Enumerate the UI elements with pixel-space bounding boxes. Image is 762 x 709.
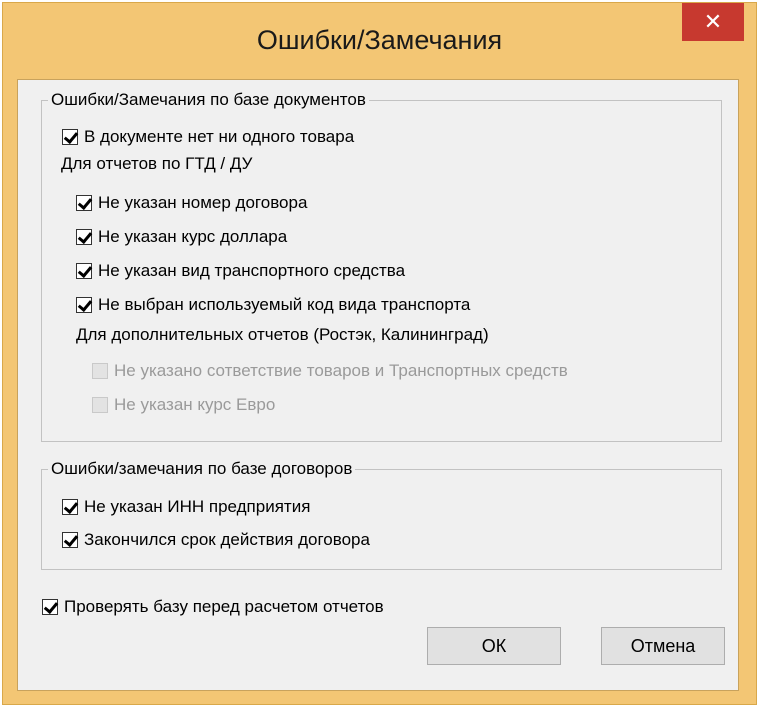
checkbox-box[interactable] [76,229,92,245]
contracts-group-legend: Ошибки/замечания по базе договоров [48,459,356,479]
checkbox-label: Не выбран используемый код вида транспор… [98,295,471,314]
checkbox-contract-expired[interactable]: Закончился срок действия договора [62,528,370,552]
checkbox-box[interactable] [62,499,78,515]
checkbox-label: Не указан ИНН предприятия [84,497,311,516]
checkbox-box[interactable] [92,363,108,379]
checkbox-box[interactable] [76,195,92,211]
checkbox-label: Не указан курс доллара [98,227,288,246]
dialog-body: Ошибки/Замечания по базе документов В до… [17,79,739,691]
checkbox-check-before-reports[interactable]: Проверять базу перед расчетом отчетов [42,595,384,619]
title-bar[interactable]: Ошибки/Замечания ✕ [3,3,756,81]
ok-button[interactable]: ОК [427,627,561,665]
checkbox-no-euro-rate[interactable]: Не указан курс Евро [92,393,275,417]
dialog-title: Ошибки/Замечания [256,25,503,55]
close-button[interactable]: ✕ [682,3,744,41]
checkbox-box[interactable] [76,263,92,279]
checkbox-box[interactable] [62,532,78,548]
documents-group-legend: Ошибки/Замечания по базе документов [48,90,369,110]
checkbox-no-inn[interactable]: Не указан ИНН предприятия [62,495,310,519]
checkbox-box[interactable] [76,297,92,313]
checkbox-label: Не указано сответствие товаров и Транспо… [114,361,568,380]
checkbox-no-vehicle-type[interactable]: Не указан вид транспортного средства [76,259,405,283]
checkbox-no-dollar-rate[interactable]: Не указан курс доллара [76,225,287,249]
checkbox-label: Проверять базу перед расчетом отчетов [64,597,384,616]
extra-section-label: Для дополнительных отчетов (Ростэк, Кали… [76,325,489,344]
checkbox-box[interactable] [62,129,78,145]
gtd-section-label: Для отчетов по ГТД / ДУ [61,154,253,173]
checkbox-no-goods[interactable]: В документе нет ни одного товара [62,125,354,149]
checkbox-box[interactable] [92,397,108,413]
close-icon: ✕ [703,9,723,34]
checkbox-label: В документе нет ни одного товара [84,127,355,146]
checkbox-no-contract-number[interactable]: Не указан номер договора [76,191,307,215]
checkbox-label: Не указан номер договора [98,193,308,212]
checkbox-label: Не указан курс Евро [114,395,276,414]
checkbox-no-transport-code[interactable]: Не выбран используемый код вида транспор… [76,293,470,317]
documents-groupbox: Ошибки/Замечания по базе документов В до… [41,90,722,442]
dialog-window: Ошибки/Замечания ✕ Ошибки/Замечания по б… [2,2,757,705]
checkbox-box[interactable] [42,599,58,615]
cancel-button[interactable]: Отмена [601,627,725,665]
contracts-groupbox: Ошибки/замечания по базе договоров Не ук… [41,459,722,570]
checkbox-label: Закончился срок действия договора [84,530,370,549]
checkbox-goods-vehicle-match[interactable]: Не указано сответствие товаров и Транспо… [92,359,568,383]
checkbox-label: Не указан вид транспортного средства [98,261,406,280]
